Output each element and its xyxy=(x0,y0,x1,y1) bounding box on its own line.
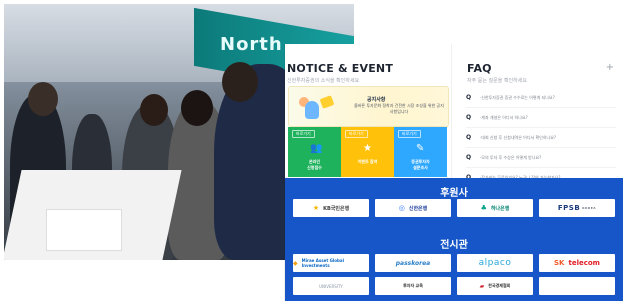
exhibitor-logo-mirae[interactable]: ◆ Mirae Asset Global Investments xyxy=(293,254,369,272)
notice-subtitle: 신한투자증권의 소식을 확인하세요 xyxy=(287,78,360,84)
sponsor-name: 신한은행 xyxy=(408,205,428,212)
sponsor-logo-kb[interactable]: ★ KB국민은행 xyxy=(293,199,369,217)
association-logo-icon: ▰ xyxy=(479,282,485,290)
sponsor-logo-hana[interactable]: ♣ 하나은행 xyxy=(457,199,533,217)
exhibitor-name: passkorea xyxy=(395,259,431,267)
faq-question: ·대회 신청 후 신청내역은 어디서 확인하나요? xyxy=(480,135,556,140)
banner-illustration xyxy=(299,93,337,121)
exhibitor-logo-education[interactable]: 투자자 교육 xyxy=(375,277,451,295)
exhibitor-logo-sk-telecom[interactable]: SK telecom xyxy=(539,254,615,272)
exhibitor-name: UNIVERSITY xyxy=(319,283,343,289)
faq-question: ·신한투자증권 증권 수수료는 어떻게 되나요? xyxy=(480,95,555,100)
faq-list: Q ·신한투자증권 증권 수수료는 어떻게 되나요? Q ·계좌 개설은 어디서… xyxy=(466,88,616,188)
notice-title: NOTICE & EVENT xyxy=(287,62,394,75)
tile-tag: 바로가기 xyxy=(292,130,315,138)
notice-tiles: 바로가기 👥 온라인 신청접수 바로가기 ★ 이벤트 참여 바로가기 ✎ 증권투… xyxy=(288,127,448,177)
bank-logo-icon: ♣ xyxy=(480,204,487,212)
notice-section: NOTICE & EVENT 신한투자증권의 소식을 확인하세요 공지사항 올바… xyxy=(285,44,454,178)
sponsor-name-sub: KOREA xyxy=(582,206,597,210)
star-icon: ★ xyxy=(312,204,320,212)
exhibitors-title: 전시관 xyxy=(440,240,468,251)
tile-survey[interactable]: 바로가기 ✎ 증권투자자 설문조사 xyxy=(394,127,447,177)
sponsor-logo-fpsb[interactable]: FPSB KOREA xyxy=(539,199,615,217)
tile-label: 증권투자자 설문조사 xyxy=(411,159,430,170)
website-screenshot: NOTICE & EVENT 신한투자증권의 소식을 확인하세요 공지사항 올바… xyxy=(285,44,623,301)
diamond-icon: ◆ xyxy=(293,259,298,267)
tile-tag: 바로가기 xyxy=(398,130,421,138)
faq-item[interactable]: Q ·모의 투자 후 수상은 어떻게 받나요? xyxy=(466,148,616,168)
exhibitor-logo-alpaco[interactable]: alpaco xyxy=(457,254,533,272)
pencil-icon: ✎ xyxy=(416,143,425,154)
sponsors-row: ★ KB국민은행 ◎ 신한은행 ♣ 하나은행 FPSB KOREA xyxy=(293,199,615,217)
photo-head xyxy=(181,90,213,126)
exhibitor-logo-passkorea[interactable]: passkorea xyxy=(375,254,451,272)
faq-q-marker: Q xyxy=(466,114,472,121)
faq-question: ·계좌 개설은 어디서 하나요? xyxy=(480,115,528,120)
tile-label: 온라인 신청접수 xyxy=(307,159,322,170)
exhibitor-name: alpaco xyxy=(478,258,512,268)
exhibitor-logo-university[interactable]: UNIVERSITY xyxy=(293,277,369,295)
exhibitor-name: 투자자 교육 xyxy=(403,283,423,288)
sponsor-logo-shinhan[interactable]: ◎ 신한은행 xyxy=(375,199,451,217)
star-icon: ★ xyxy=(363,143,372,154)
plus-icon[interactable]: + xyxy=(606,62,614,73)
exhibitor-name: Mirae Asset Global Investments xyxy=(301,258,344,268)
faq-title: FAQ xyxy=(467,62,492,75)
bank-logo-icon: ◎ xyxy=(398,204,405,212)
faq-question: ·모의 투자 후 수상은 어떻게 받나요? xyxy=(480,155,542,160)
sponsor-name: KB국민은행 xyxy=(323,205,350,212)
tile-event[interactable]: 바로가기 ★ 이벤트 참여 xyxy=(341,127,394,177)
illustration-shape xyxy=(305,101,319,119)
banner-description: 올바른 투자문화 정착과 건전한 시장 조성을 위한 공지사항입니다 xyxy=(354,103,444,114)
tile-tag: 바로가기 xyxy=(345,130,368,138)
photo-head xyxy=(222,62,258,102)
megaphone-icon xyxy=(319,95,335,109)
faq-item[interactable]: Q ·대회 신청 후 신청내역은 어디서 확인하나요? xyxy=(466,128,616,148)
exhibitor-logo-empty xyxy=(539,277,615,295)
photo-head xyxy=(140,94,168,126)
faq-item[interactable]: Q ·신한투자증권 증권 수수료는 어떻게 되나요? xyxy=(466,88,616,108)
faq-q-marker: Q xyxy=(466,94,472,101)
tile-online-application[interactable]: 바로가기 👥 온라인 신청접수 xyxy=(288,127,341,177)
people-icon: 👥 xyxy=(310,143,323,154)
exhibitors-row: ◆ Mirae Asset Global Investments passkor… xyxy=(293,254,615,272)
photo-sign-text: North xyxy=(220,34,283,56)
sponsor-section: 후원사 ★ KB국민은행 ◎ 신한은행 ♣ 하나은행 FPSB KOREA 전시… xyxy=(285,178,623,301)
exhibitor-name: telecom xyxy=(568,259,600,267)
faq-section: FAQ 자주 묻는 질문을 확인하세요 + Q ·신한투자증권 증권 수수료는 … xyxy=(451,44,623,188)
sk-logo-icon: SK xyxy=(554,259,565,267)
faq-q-marker: Q xyxy=(466,154,472,161)
notice-banner[interactable]: 공지사항 올바른 투자문화 정착과 건전한 시장 조성을 위한 공지사항입니다 xyxy=(288,86,449,127)
sponsor-name: 하나은행 xyxy=(490,205,510,212)
banner-heading: 공지사항 xyxy=(367,97,386,103)
faq-subtitle: 자주 묻는 질문을 확인하세요 xyxy=(467,78,527,84)
exhibitor-name: 한국경제협회 xyxy=(488,283,511,288)
exhibitors-row: UNIVERSITY 투자자 교육 ▰ 한국경제협회 xyxy=(293,277,615,295)
faq-item[interactable]: Q ·계좌 개설은 어디서 하나요? xyxy=(466,108,616,128)
sponsor-name: FPSB xyxy=(557,204,581,212)
sponsors-title: 후원사 xyxy=(440,188,468,199)
photo-box xyxy=(46,209,122,251)
tile-label: 이벤트 참여 xyxy=(357,159,378,164)
exhibitor-logo-association[interactable]: ▰ 한국경제협회 xyxy=(457,277,533,295)
photo-head xyxy=(28,82,58,116)
faq-q-marker: Q xyxy=(466,134,472,141)
